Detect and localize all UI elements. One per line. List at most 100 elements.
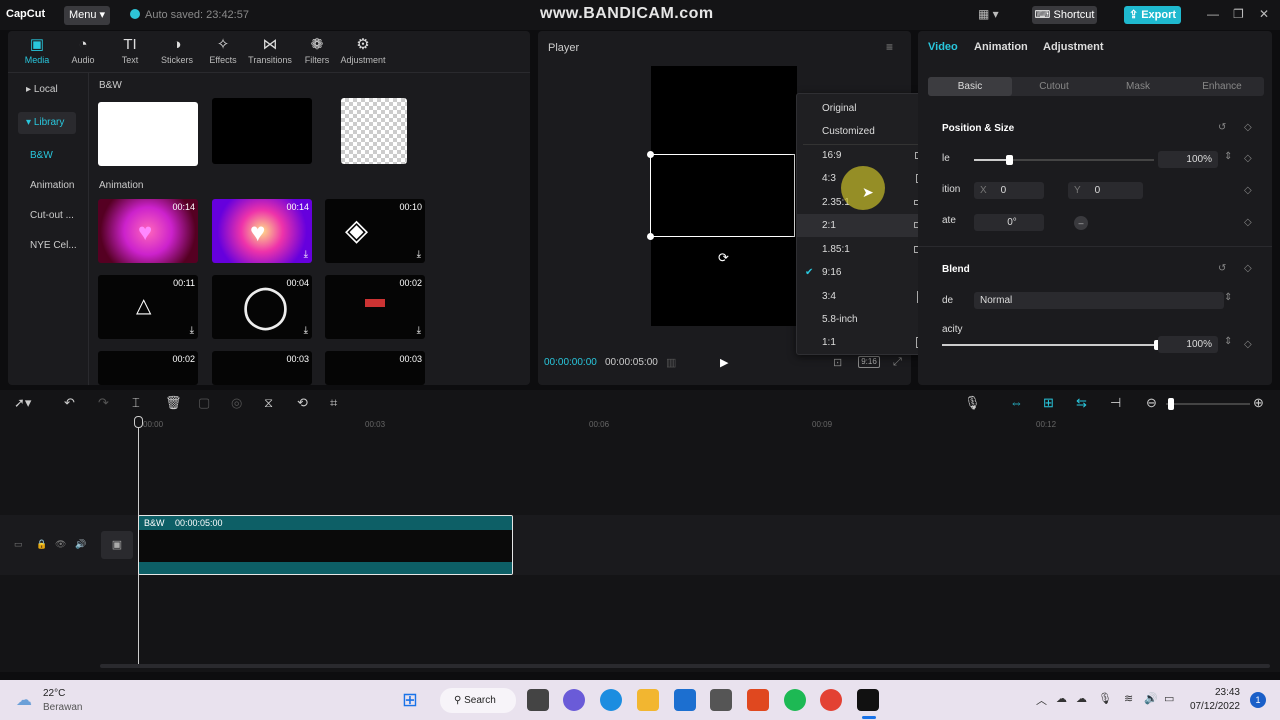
media-thumb-heart-1[interactable]: ♥ 00:14 <box>98 199 198 263</box>
network-icon[interactable]: ☁ <box>1056 692 1067 705</box>
tab-video[interactable]: Video <box>928 41 958 53</box>
export-button[interactable]: ⇪ Export <box>1124 6 1181 24</box>
media-thumb-battery[interactable]: 00:02 ⤓ <box>325 275 425 339</box>
mode-select[interactable]: Normal <box>974 292 1224 309</box>
download-icon[interactable]: ⤓ <box>417 325 421 336</box>
split-screen-icon[interactable]: ⊣ <box>1110 395 1121 411</box>
file-explorer-icon[interactable] <box>637 689 659 711</box>
rotate-icon[interactable]: ⟳ <box>718 250 729 266</box>
weather-temp[interactable]: 22°C <box>43 688 65 699</box>
shortcut-button[interactable]: ⌨ Shortcut <box>1032 6 1097 24</box>
notification-badge[interactable]: 1 <box>1250 692 1266 708</box>
windows-start-icon[interactable]: ⊞ <box>402 689 418 712</box>
zoom-knob[interactable] <box>1168 398 1174 410</box>
keyframe-icon[interactable]: ◇ <box>1244 339 1252 350</box>
microphone-icon[interactable]: 🎙 <box>1098 692 1112 705</box>
sub-item-bw[interactable]: B&W <box>30 150 53 161</box>
side-item-local[interactable]: ▸ Local <box>18 79 76 101</box>
media-thumb-circle[interactable]: ◯ 00:04 ⤓ <box>212 275 312 339</box>
rotate-field[interactable]: 0° <box>974 214 1044 231</box>
opacity-value[interactable]: 100% <box>1158 336 1218 353</box>
lock-icon[interactable]: 🔒 <box>36 539 47 550</box>
menu-button[interactable]: Menu ▾ <box>64 6 110 25</box>
clock-time[interactable]: 23:43 <box>1210 687 1240 698</box>
reverse-icon[interactable]: ◎ <box>231 395 242 411</box>
keyframe-icon[interactable]: ◇ <box>1244 185 1252 196</box>
video-clip[interactable]: B&W 00:00:05:00 <box>138 515 513 575</box>
maximize-icon[interactable]: ❐ <box>1233 7 1244 21</box>
media-thumb-8[interactable]: 00:03 <box>212 351 312 385</box>
chat-icon[interactable] <box>563 689 585 711</box>
keyframe-icon[interactable]: ◇ <box>1244 153 1252 164</box>
rotate-icon[interactable]: ⟲ <box>297 395 308 411</box>
fullscreen-icon[interactable]: ⤢ <box>893 356 902 369</box>
chrome-icon[interactable] <box>820 689 842 711</box>
media-thumb-7[interactable]: 00:02 <box>98 351 198 385</box>
task-view-icon[interactable] <box>527 689 549 711</box>
reset-icon[interactable]: ↺ <box>1218 122 1226 133</box>
cloud-icon[interactable]: ☁ <box>1076 692 1087 705</box>
tool-stickers[interactable]: ◑ Stickers <box>154 35 200 65</box>
zoom-slider[interactable] <box>1166 403 1250 405</box>
media-thumb-triangle[interactable]: △ 00:11 ⤓ <box>98 275 198 339</box>
side-item-library[interactable]: ▾ Library <box>18 112 76 134</box>
subtab-enhance[interactable]: Enhance <box>1180 77 1264 96</box>
timeline-scrollbar[interactable] <box>100 664 1270 668</box>
delete-icon[interactable]: 🗑 <box>165 395 182 411</box>
keyframe-icon[interactable]: ◇ <box>1244 217 1252 228</box>
tab-adjustment[interactable]: Adjustment <box>1043 41 1104 53</box>
tool-media[interactable]: ▣ Media <box>14 35 60 65</box>
mirror-icon[interactable]: ⧖ <box>264 395 273 411</box>
play-icon[interactable]: ▶ <box>720 356 728 369</box>
spotify-icon[interactable] <box>784 689 806 711</box>
minimize-icon[interactable]: — <box>1207 7 1219 21</box>
subtab-mask[interactable]: Mask <box>1096 77 1180 96</box>
eye-icon[interactable]: 👁 <box>55 539 66 550</box>
media-thumb-transparent[interactable] <box>341 98 407 164</box>
link-icon[interactable]: ⇔ <box>1010 395 1023 410</box>
waveform-icon[interactable]: ▥ <box>666 356 676 369</box>
sub-item-nye[interactable]: NYE Cel... <box>30 240 77 251</box>
edge-icon[interactable] <box>600 689 622 711</box>
wifi-icon[interactable]: ≋ <box>1124 692 1133 705</box>
media-thumb-black[interactable] <box>212 98 312 164</box>
split-icon[interactable]: ⌶ <box>132 395 140 411</box>
reset-icon[interactable]: ↺ <box>1218 263 1226 274</box>
tool-adjustment[interactable]: ⚙ Adjustment <box>340 35 386 65</box>
resize-handle[interactable] <box>647 151 654 158</box>
opacity-slider-track[interactable] <box>942 344 1156 346</box>
stepper-icon[interactable]: ⇕ <box>1224 336 1232 347</box>
download-icon[interactable]: ⤓ <box>304 249 308 260</box>
scale-slider-knob[interactable] <box>1006 155 1013 165</box>
cover-icon[interactable]: ▭ <box>14 539 23 550</box>
position-y-field[interactable]: Y 0 <box>1068 182 1143 199</box>
taskbar-search[interactable]: ⚲ Search <box>440 688 516 713</box>
tool-audio[interactable]: ◔ Audio <box>60 35 106 65</box>
media-thumb-heart-2[interactable]: ♥ 00:14 ⤓ <box>212 199 312 263</box>
selection-box[interactable] <box>650 154 795 237</box>
subtab-cutout[interactable]: Cutout <box>1012 77 1096 96</box>
hamburger-icon[interactable]: ≡ <box>886 40 893 54</box>
media-thumb-white[interactable] <box>98 102 198 166</box>
position-x-field[interactable]: X 0 <box>974 182 1044 199</box>
close-icon[interactable]: ✕ <box>1259 7 1269 21</box>
undo-icon[interactable]: ↶ <box>64 395 75 411</box>
office-icon[interactable] <box>747 689 769 711</box>
mail-icon[interactable] <box>674 689 696 711</box>
tool-effects[interactable]: ✧ Effects <box>200 35 246 65</box>
zoom-in-icon[interactable]: ⊕ <box>1253 395 1264 411</box>
redo-icon[interactable]: ↷ <box>98 395 109 411</box>
speaker-icon[interactable]: 🔊 <box>1144 692 1158 705</box>
zoom-out-icon[interactable]: ⊖ <box>1146 395 1157 411</box>
media-thumb-9[interactable]: 00:03 <box>325 351 425 385</box>
keyframe-icon[interactable]: ◇ <box>1244 122 1252 133</box>
download-icon[interactable]: ⤓ <box>190 325 194 336</box>
microphone-icon[interactable]: 🎙 <box>964 395 981 411</box>
weather-icon[interactable]: ☁ <box>16 690 32 710</box>
stepper-icon[interactable]: ⇕ <box>1224 151 1232 162</box>
store-icon[interactable] <box>710 689 732 711</box>
download-icon[interactable]: ⤓ <box>417 249 421 260</box>
snap-icon[interactable]: ⊞ <box>1043 395 1054 411</box>
battery-icon[interactable]: ▭ <box>1164 692 1174 705</box>
crop-icon[interactable]: ⌗ <box>330 395 337 411</box>
